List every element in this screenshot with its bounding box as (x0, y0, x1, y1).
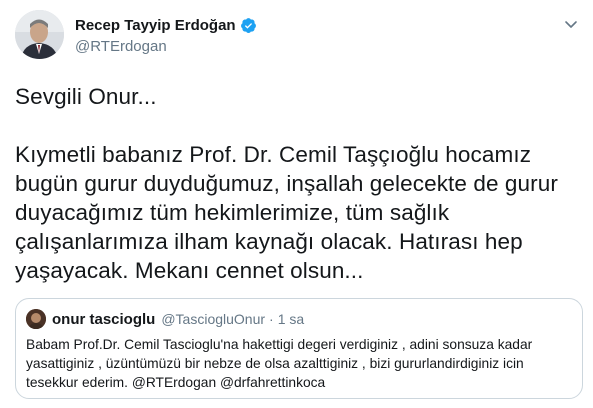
chevron-down-icon[interactable] (561, 14, 581, 34)
author-name-row: Recep Tayyip Erdoğan (75, 14, 257, 36)
author-display-name[interactable]: Recep Tayyip Erdoğan (75, 17, 236, 34)
author-avatar[interactable] (15, 10, 64, 59)
quoted-author-name: onur tascioglu (52, 310, 156, 328)
tweet-line: yaşayacak. Mekanı cennet olsun... (15, 258, 364, 283)
quoted-tweet-header: onur tascioglu @TasciogluOnur · 1 sa (26, 309, 304, 329)
tweet-line: duyacağımız tüm hekimlerimize, tüm sağlı… (15, 200, 450, 225)
quoted-tweet-line: Babam Prof.Dr. Cemil Tascioglu'na hakett… (26, 337, 533, 352)
avatar-image (15, 10, 64, 59)
tweet-card: Recep Tayyip Erdoğan @RTErdogan Sevgili … (0, 0, 593, 408)
quoted-tweet[interactable]: onur tascioglu @TasciogluOnur · 1 sa Bab… (15, 298, 583, 399)
quoted-tweet-text: Babam Prof.Dr. Cemil Tascioglu'na hakett… (26, 335, 576, 392)
author-block: Recep Tayyip Erdoğan @RTErdogan (75, 14, 257, 55)
verified-badge-icon (240, 17, 257, 34)
quoted-tweet-line: yasattiginiz , üzüntümüzü bir nebze de o… (26, 356, 524, 371)
tweet-greeting: Sevgili Onur... (15, 84, 157, 109)
quoted-author-avatar (26, 309, 46, 329)
tweet-line: bugün gurur duyduğumuz, inşallah gelecek… (15, 171, 558, 196)
author-handle[interactable]: @RTErdogan (75, 38, 257, 55)
quoted-separator: · (269, 311, 274, 327)
quoted-timestamp: 1 sa (277, 311, 305, 327)
quoted-tweet-line: tesekkur ederim. @RTErdogan @drfahrettin… (26, 375, 326, 390)
tweet-line: çalışanlarımıza ilham kaynağı olacak. Ha… (15, 229, 523, 254)
tweet-text: Sevgili Onur... Kıymetli babanız Prof. D… (15, 82, 585, 285)
tweet-line: Kıymetli babanız Prof. Dr. Cemil Taşçıoğ… (15, 142, 532, 167)
quoted-author-handle: @TasciogluOnur (161, 311, 266, 327)
